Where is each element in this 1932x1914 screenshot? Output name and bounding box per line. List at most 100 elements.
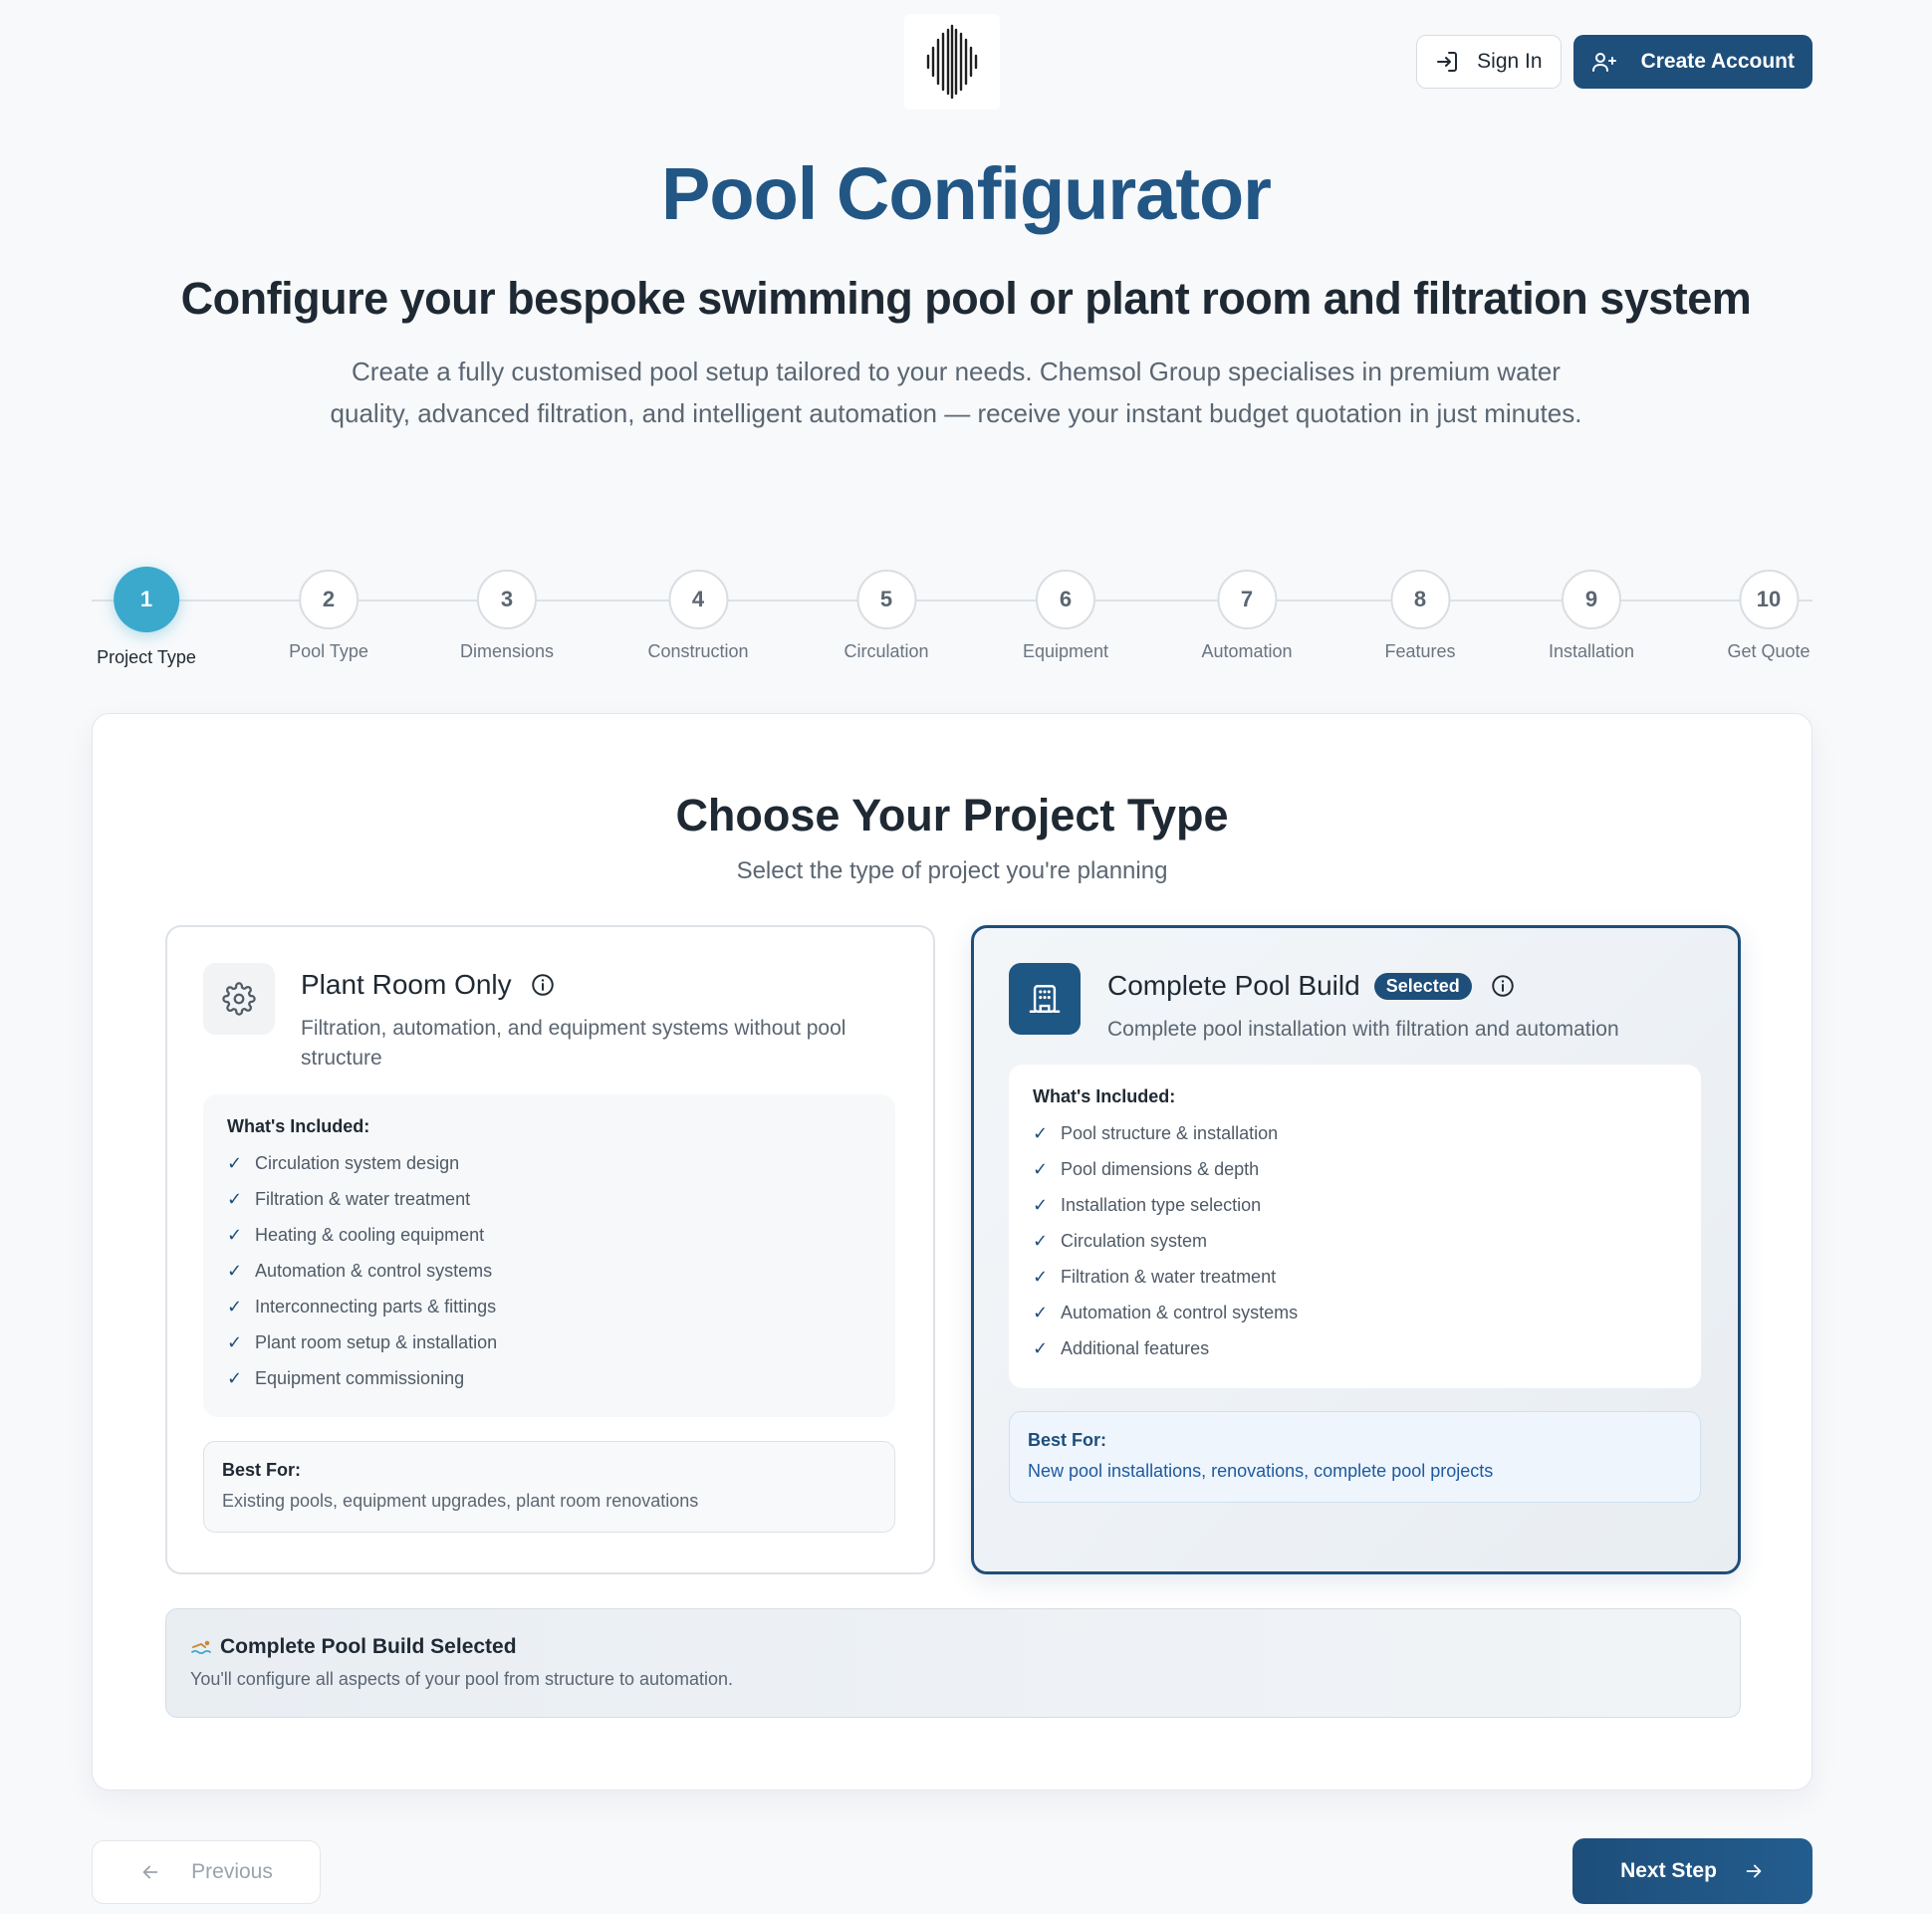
step-pool-type[interactable]: 2 Pool Type xyxy=(289,566,368,662)
building-icon xyxy=(1009,963,1081,1035)
best-for-text: Existing pools, equipment upgrades, plan… xyxy=(222,1491,699,1511)
list-item: ✓ Installation type selection xyxy=(1033,1187,1677,1223)
check-icon: ✓ xyxy=(1033,1159,1049,1179)
included-list-box: What's Included: ✓ Circulation system des… xyxy=(203,1094,895,1417)
included-title: What's Included: xyxy=(1033,1086,1176,1106)
list-item: ✓ Plant room setup & installation xyxy=(227,1324,871,1360)
step-number: 2 xyxy=(298,570,359,629)
selection-summary-text: You'll configure all aspects of your poo… xyxy=(190,1669,734,1689)
check-icon: ✓ xyxy=(1033,1231,1049,1251)
step-label: Automation xyxy=(1201,641,1293,661)
logo-mark xyxy=(926,24,978,100)
info-icon[interactable] xyxy=(1490,973,1516,999)
best-for-box: Best For: New pool installations, renova… xyxy=(1009,1411,1701,1503)
check-icon: ✓ xyxy=(1033,1267,1049,1287)
user-plus-icon xyxy=(1591,53,1616,72)
step-label: Features xyxy=(1384,641,1456,661)
page-subtitle: Configure your bespoke swimming pool or … xyxy=(180,273,1752,324)
list-item: ✓ Automation & control systems xyxy=(1033,1295,1677,1330)
next-step-button[interactable]: Next Step xyxy=(1572,1838,1812,1904)
create-account-label: Create Account xyxy=(1640,50,1795,73)
step-project-type[interactable]: 1 Project Type xyxy=(97,566,196,668)
login-icon xyxy=(1437,52,1458,72)
step-equipment[interactable]: 6 Equipment xyxy=(1023,566,1108,662)
list-item: ✓ Equipment commissioning xyxy=(227,1360,871,1396)
check-icon: ✓ xyxy=(227,1332,243,1352)
option-title: Plant Room Only xyxy=(301,969,512,1000)
section-title: Choose Your Project Type xyxy=(675,790,1229,840)
step-construction[interactable]: 4 Construction xyxy=(647,566,749,662)
list-item: ✓ Additional features xyxy=(1033,1330,1677,1366)
option-description: Filtration, automation, and equipment sy… xyxy=(301,1017,846,1070)
step-label: Circulation xyxy=(844,641,929,661)
next-step-label: Next Step xyxy=(1620,1859,1717,1882)
step-features[interactable]: 8 Features xyxy=(1384,566,1456,662)
step-number: 10 xyxy=(1739,570,1799,629)
step-get-quote[interactable]: 10 Get Quote xyxy=(1727,566,1811,662)
check-icon: ✓ xyxy=(227,1189,243,1209)
gear-icon xyxy=(203,963,275,1035)
best-for-title: Best For: xyxy=(222,1460,302,1480)
step-number: 8 xyxy=(1389,570,1450,629)
previous-button[interactable]: Previous xyxy=(92,1840,321,1904)
step-label: Equipment xyxy=(1022,641,1109,661)
step-label: Dimensions xyxy=(459,641,555,661)
check-icon: ✓ xyxy=(227,1225,243,1245)
selection-summary: Complete Pool Build Selected You'll conf… xyxy=(165,1608,1741,1718)
step-number: 9 xyxy=(1562,570,1621,629)
check-icon: ✓ xyxy=(1033,1303,1049,1322)
sign-in-label: Sign In xyxy=(1477,50,1543,73)
step-number: 6 xyxy=(1036,570,1095,629)
step-number: 1 xyxy=(113,567,179,632)
option-title-row: Complete Pool Build Selected xyxy=(1107,970,1516,1002)
option-description: Complete pool installation with filtrati… xyxy=(1107,1018,1619,1041)
option-title: Complete Pool Build xyxy=(1107,970,1360,1001)
step-installation[interactable]: 9 Installation xyxy=(1549,566,1634,662)
info-icon[interactable] xyxy=(530,972,556,998)
step-label: Get Quote xyxy=(1727,641,1811,661)
sign-in-button[interactable]: Sign In xyxy=(1416,35,1562,89)
list-item: ✓ Pool structure & installation xyxy=(1033,1115,1677,1151)
option-complete-pool-build[interactable]: Complete Pool Build Selected Complete po… xyxy=(971,925,1741,1574)
option-title-row: Plant Room Only xyxy=(301,969,556,1001)
step-automation[interactable]: 7 Automation xyxy=(1201,566,1293,662)
progress-stepper: 1 Project Type 2 Pool Type 3 Dimensions … xyxy=(92,566,1812,675)
selected-badge: Selected xyxy=(1373,972,1472,1000)
step-number: 5 xyxy=(855,570,916,629)
section-subtitle: Select the type of project you're planni… xyxy=(736,857,1168,884)
option-plant-room-only[interactable]: Plant Room Only Filtration, automation, … xyxy=(165,925,935,1574)
step-label: Installation xyxy=(1548,641,1635,661)
list-item: ✓ Pool dimensions & depth xyxy=(1033,1151,1677,1187)
list-item: ✓ Filtration & water treatment xyxy=(1033,1259,1677,1295)
check-icon: ✓ xyxy=(1033,1123,1049,1143)
header-actions: Sign In Create Account xyxy=(1416,35,1812,89)
swimmer-icon xyxy=(191,1640,211,1655)
create-account-button[interactable]: Create Account xyxy=(1572,35,1812,89)
arrow-left-icon xyxy=(142,1865,158,1879)
selection-summary-label: Complete Pool Build Selected xyxy=(220,1635,517,1658)
step-label: Project Type xyxy=(97,647,196,667)
check-icon: ✓ xyxy=(1033,1195,1049,1215)
brand-logo[interactable] xyxy=(904,14,1000,110)
previous-label: Previous xyxy=(191,1860,273,1883)
step-label: Pool Type xyxy=(289,641,368,661)
intro-text: Create a fully customised pool setup tai… xyxy=(330,357,1582,428)
step-label: Construction xyxy=(647,641,749,661)
check-icon: ✓ xyxy=(227,1153,243,1173)
check-icon: ✓ xyxy=(227,1261,243,1281)
arrow-right-icon xyxy=(1746,1864,1762,1878)
list-item: ✓ Heating & cooling equipment xyxy=(227,1217,871,1253)
best-for-text: New pool installations, renovations, com… xyxy=(1028,1461,1494,1481)
step-circulation[interactable]: 5 Circulation xyxy=(844,566,929,662)
step-dimensions[interactable]: 3 Dimensions xyxy=(460,566,554,662)
step-number: 7 xyxy=(1217,570,1277,629)
project-type-card: Choose Your Project Type Select the type… xyxy=(92,713,1812,1791)
included-title: What's Included: xyxy=(227,1116,370,1136)
check-icon: ✓ xyxy=(1033,1338,1049,1358)
selection-summary-title: Complete Pool Build Selected xyxy=(190,1635,1716,1659)
list-item: ✓ Circulation system xyxy=(1033,1223,1677,1259)
included-list-box: What's Included: ✓ Pool structure & insta… xyxy=(1009,1065,1701,1388)
step-number: 4 xyxy=(668,570,728,629)
page-title: Pool Configurator xyxy=(661,152,1272,235)
list-item: ✓ Automation & control systems xyxy=(227,1253,871,1289)
